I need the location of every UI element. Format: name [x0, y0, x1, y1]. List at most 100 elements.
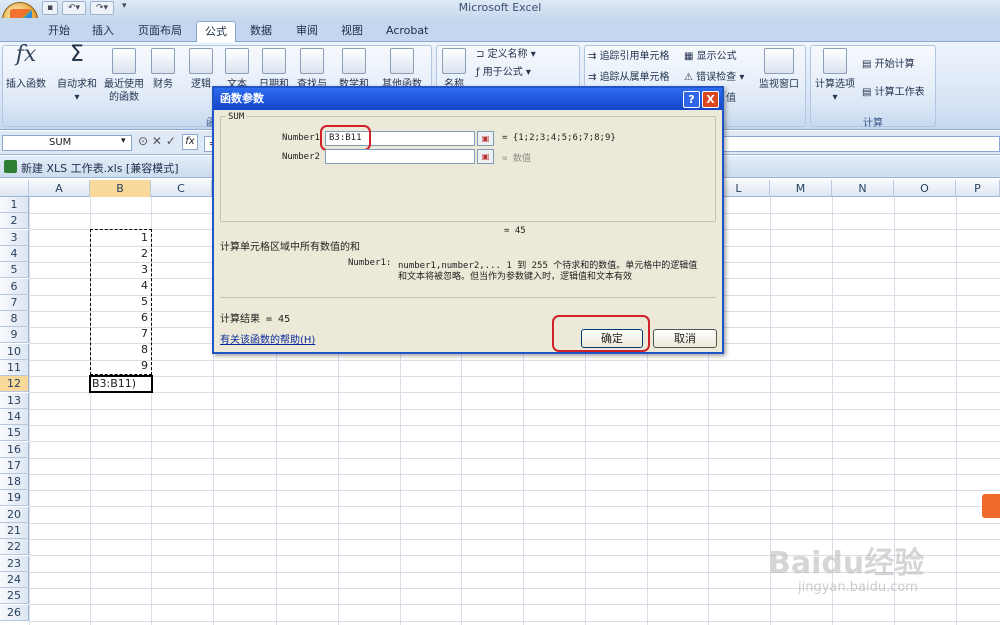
watermark-url: jingyan.baidu.com [798, 580, 918, 595]
column-header[interactable]: N [832, 180, 894, 197]
tab-acrobat[interactable]: Acrobat [378, 21, 436, 42]
tab-review[interactable]: 审阅 [288, 21, 326, 42]
insert-function-icon[interactable]: fx [182, 134, 198, 150]
financial-button[interactable]: 财务 [148, 48, 178, 91]
column-header[interactable]: A [29, 180, 90, 197]
row-header[interactable]: 22 [0, 539, 29, 555]
row-header[interactable]: 24 [0, 572, 29, 588]
grid-row-line [29, 621, 1000, 622]
row-header[interactable]: 5 [0, 262, 29, 278]
define-name-button[interactable]: ⊐ 定义名称 ▾ [476, 48, 536, 61]
show-formulas-button[interactable]: ▦ 显示公式 [684, 50, 737, 63]
more-functions-button[interactable]: 其他函数 [378, 48, 426, 91]
error-check-button[interactable]: ⚠ 错误检查 ▾ [684, 71, 744, 84]
column-header[interactable]: O [894, 180, 956, 197]
tab-home[interactable]: 开始 [40, 21, 78, 42]
active-cell-b12[interactable]: B3:B11) [89, 375, 153, 393]
function-name-label: SUM [226, 112, 247, 122]
text-button[interactable]: 文本 [222, 48, 252, 91]
row-header[interactable]: 3 [0, 230, 29, 246]
number2-input[interactable] [325, 149, 475, 164]
total-value: = 45 [504, 226, 526, 236]
calc-options-button[interactable]: 计算选项 ▾ [812, 48, 858, 104]
row-header[interactable]: 8 [0, 311, 29, 327]
function-help-link[interactable]: 有关该函数的帮助(H) [220, 331, 315, 346]
row-header[interactable]: 6 [0, 279, 29, 295]
row-header[interactable]: 19 [0, 490, 29, 506]
row-header[interactable]: 1 [0, 197, 29, 213]
row-header[interactable]: 21 [0, 523, 29, 539]
calculation-label: 计算 [863, 118, 883, 129]
tab-view[interactable]: 视图 [333, 21, 371, 42]
row-header[interactable]: 13 [0, 393, 29, 409]
dialog-separator [220, 297, 716, 298]
collapse-dialog-icon[interactable]: ▣ [477, 149, 494, 164]
row-header[interactable]: 12 [0, 376, 29, 392]
row-header[interactable]: 9 [0, 327, 29, 343]
row-header[interactable]: 7 [0, 295, 29, 311]
recently-used-button[interactable]: 最近使用 的函数 [102, 48, 146, 104]
number1-result: = {1;2;3;4;5;6;7;8;9} [502, 133, 616, 143]
use-in-formula-button[interactable]: ƒ 用于公式 ▾ [476, 66, 531, 79]
grid-row-line [29, 523, 1000, 524]
calc-sheet-button[interactable]: ▤ 计算工作表 [862, 86, 925, 99]
autosum-button[interactable]: Σ 自动求和 ▾ [54, 44, 100, 104]
tab-formulas[interactable]: 公式 [196, 21, 236, 43]
tab-insert[interactable]: 插入 [84, 21, 122, 42]
cell-b10[interactable]: 8 [90, 342, 151, 358]
cancel-button[interactable]: 取消 [653, 329, 717, 348]
side-widget-icon[interactable] [982, 494, 1000, 518]
tab-data[interactable]: 数据 [242, 21, 280, 42]
datetime-button[interactable]: 日期和 [256, 48, 292, 91]
row-header[interactable]: 26 [0, 605, 29, 621]
row-header[interactable]: 16 [0, 442, 29, 458]
logical-button[interactable]: 逻辑 [186, 48, 216, 91]
cell-b11[interactable]: 9 [90, 358, 151, 374]
dialog-close-button[interactable]: X [702, 91, 719, 108]
cell-b9[interactable]: 7 [90, 326, 151, 342]
dialog-help-button[interactable]: ? [683, 91, 700, 108]
name-box[interactable]: SUM [2, 135, 132, 151]
row-header[interactable]: 23 [0, 556, 29, 572]
undo-icon[interactable]: ↶▾ [62, 1, 86, 15]
cell-b6[interactable]: 4 [90, 278, 151, 294]
save-icon[interactable]: ▪ [42, 1, 58, 15]
row-header[interactable]: 14 [0, 409, 29, 425]
cell-b3[interactable]: 1 [90, 230, 151, 246]
row-header[interactable]: 18 [0, 474, 29, 490]
tab-page-layout[interactable]: 页面布局 [130, 21, 190, 42]
grid-row-line [29, 376, 1000, 377]
evaluate-formula-button[interactable]: 值 [726, 92, 736, 105]
calc-now-button[interactable]: ▤ 开始计算 [862, 58, 915, 71]
trace-precedents-button[interactable]: ⇉ 追踪引用单元格 [588, 50, 670, 63]
redo-icon[interactable]: ↷▾ [90, 1, 114, 15]
column-header[interactable]: P [956, 180, 1000, 197]
cell-b4[interactable]: 2 [90, 246, 151, 262]
insert-function-button[interactable]: fx 插入函数 [4, 44, 48, 91]
row-header[interactable]: 25 [0, 588, 29, 604]
row-header[interactable]: 15 [0, 425, 29, 441]
row-header[interactable]: 2 [0, 213, 29, 229]
cell-b8[interactable]: 6 [90, 310, 151, 326]
watch-window-button[interactable]: 监视窗口 [756, 48, 802, 91]
cell-b7[interactable]: 5 [90, 294, 151, 310]
select-all-corner[interactable] [0, 180, 29, 197]
math-button[interactable]: 数学和 [336, 48, 372, 91]
cancel-entry-icon[interactable]: ⊙ ✕ ✓ [138, 134, 176, 148]
name-manager-button[interactable]: 名称 [440, 48, 468, 91]
row-header[interactable]: 4 [0, 246, 29, 262]
column-header[interactable]: B [90, 180, 151, 197]
workbook-title: 新建 XLS 工作表.xls [兼容模式] [21, 162, 179, 175]
collapse-dialog-icon[interactable]: ▣ [477, 131, 494, 146]
row-header[interactable]: 17 [0, 458, 29, 474]
lookup-button[interactable]: 查找与 [294, 48, 330, 91]
name-box-dropdown-icon[interactable]: ▾ [121, 136, 126, 146]
column-header[interactable]: C [151, 180, 212, 197]
cell-b5[interactable]: 3 [90, 262, 151, 278]
trace-dependents-button[interactable]: ⇉ 追踪从属单元格 [588, 71, 670, 84]
qat-customize-icon[interactable]: ▾ [122, 1, 127, 11]
row-header[interactable]: 10 [0, 344, 29, 360]
column-header[interactable]: M [770, 180, 832, 197]
row-header[interactable]: 20 [0, 507, 29, 523]
row-header[interactable]: 11 [0, 360, 29, 376]
